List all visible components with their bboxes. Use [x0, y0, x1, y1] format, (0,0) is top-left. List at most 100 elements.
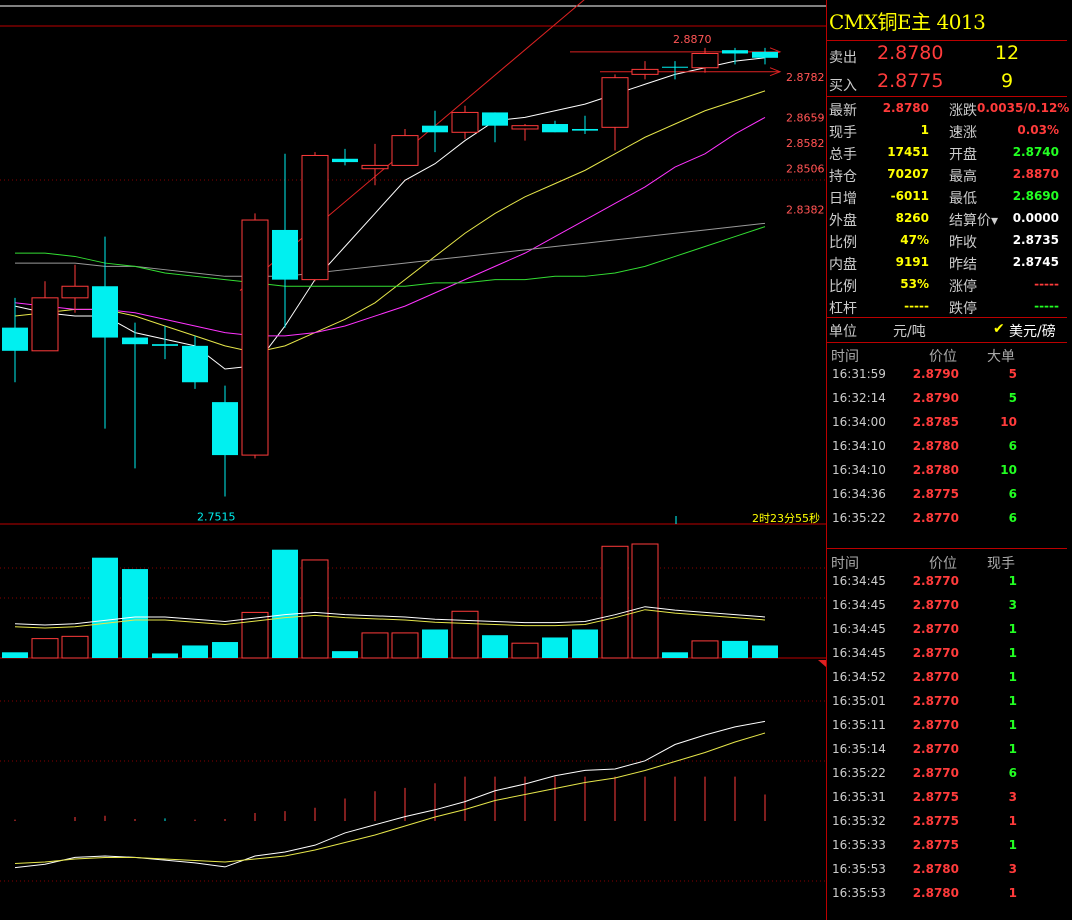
- price-level-label: 2.8782: [786, 71, 825, 84]
- candle-body: [482, 112, 508, 126]
- trade-qty: 1: [1008, 574, 1017, 588]
- field-value: 70207: [887, 167, 929, 181]
- quote-sidebar: CMX铜E主 4013 卖出 2.8780 12 买入 2.8775 9 最新 2…: [826, 0, 1072, 920]
- col-time: 时间: [831, 349, 859, 365]
- volume-bar: [361, 632, 389, 659]
- trade-price: 2.8785: [912, 415, 959, 429]
- ask-qty: 12: [994, 42, 1020, 64]
- trade-time: 16:35:32: [832, 814, 886, 828]
- candle-body: [451, 111, 479, 133]
- trade-row[interactable]: 16:34:45 2.8770 3: [827, 595, 1067, 619]
- trade-row[interactable]: 16:35:32 2.8775 1: [827, 811, 1067, 835]
- quote-row: 比例 53% 涨停 -----: [827, 274, 1067, 296]
- candle-body: [572, 128, 598, 131]
- trade-row[interactable]: 16:34:45 2.8770 1: [827, 643, 1067, 667]
- trade-time: 16:35:22: [832, 766, 886, 780]
- volume-panel: [2, 543, 778, 659]
- candle-body: [301, 154, 329, 281]
- trade-row[interactable]: 16:32:14 2.8790 5: [827, 388, 1067, 412]
- trade-row[interactable]: 16:34:00 2.8785 10: [827, 412, 1067, 436]
- trade-time: 16:35:31: [832, 790, 886, 804]
- trade-price: 2.8770: [912, 646, 959, 660]
- bid-row[interactable]: 买入 2.8775 9: [827, 69, 1067, 97]
- trade-qty: 1: [1008, 886, 1017, 900]
- trade-row[interactable]: 16:35:53 2.8780 1: [827, 883, 1067, 907]
- field-label: 内盘: [829, 257, 857, 273]
- kline-chart[interactable]: 2.8870 2.7515 2.8782 2.8659 2.8582 2.8506 2.83…: [0, 0, 826, 920]
- trade-row[interactable]: 16:35:01 2.8770 1: [827, 691, 1067, 715]
- field-label: 昨收: [949, 235, 977, 251]
- unit-row: 单位 元/吨 ✔ 美元/磅: [827, 318, 1067, 342]
- field-value: 2.8780: [882, 101, 929, 115]
- trade-row[interactable]: 16:35:11 2.8770 1: [827, 715, 1067, 739]
- candle-body: [212, 402, 238, 456]
- col-price: 价位: [929, 556, 957, 572]
- field-value: 9191: [895, 255, 929, 269]
- candle-body: [752, 51, 778, 58]
- trade-price: 2.8780: [912, 862, 959, 876]
- candle-body: [662, 66, 688, 68]
- ma-line-magenta: [14, 116, 766, 337]
- trade-time: 16:34:45: [832, 646, 886, 660]
- trade-row[interactable]: 16:35:53 2.8780 3: [827, 859, 1067, 883]
- ask-label: 卖出: [829, 50, 857, 66]
- trade-row[interactable]: 16:35:33 2.8775 1: [827, 835, 1067, 859]
- field-label: 最高: [949, 169, 977, 185]
- candle-body: [391, 135, 419, 166]
- candle-body: [722, 50, 748, 54]
- trade-time: 16:34:45: [832, 574, 886, 588]
- trade-price: 2.8775: [912, 487, 959, 501]
- field-label: 日增: [829, 191, 857, 207]
- candle-body: [422, 125, 448, 133]
- trade-time: 16:34:36: [832, 487, 886, 501]
- quote-row: 总手 17451 开盘 2.8740: [827, 142, 1067, 164]
- field-value: 8260: [895, 211, 929, 225]
- volume-bar: [752, 645, 778, 658]
- trade-qty: 6: [1008, 439, 1017, 453]
- trade-time: 16:34:52: [832, 670, 886, 684]
- price-level-label: 2.8382: [786, 203, 825, 216]
- col-qty: 现手: [987, 556, 1015, 572]
- contract-title: CMX铜E主 4013: [829, 10, 986, 34]
- trade-row[interactable]: 16:35:14 2.8770 1: [827, 739, 1067, 763]
- trade-row[interactable]: 16:34:45 2.8770 1: [827, 619, 1067, 643]
- unit-option-usd[interactable]: 美元/磅: [1009, 321, 1056, 341]
- trade-time: 16:35:53: [832, 862, 886, 876]
- trade-row[interactable]: 16:34:36 2.8775 6: [827, 484, 1067, 508]
- indicator-panel: [14, 720, 766, 869]
- candle-body: [691, 52, 719, 69]
- volume-bar: [601, 545, 629, 659]
- trade-row[interactable]: 16:35:31 2.8775 3: [827, 787, 1067, 811]
- trade-price: 2.8770: [912, 694, 959, 708]
- big-trades-header: 时间 价位 大单: [827, 346, 1067, 366]
- divider: [827, 342, 1067, 343]
- trade-price: 2.8780: [912, 439, 959, 453]
- field-value: -6011: [890, 189, 929, 203]
- quote-row: 持仓 70207 最高 2.8870: [827, 164, 1067, 186]
- trade-price: 2.8790: [912, 391, 959, 405]
- trade-qty: 1: [1008, 742, 1017, 756]
- trade-row[interactable]: 16:35:22 2.8770 6: [827, 508, 1067, 532]
- trade-qty: 5: [1008, 367, 1017, 381]
- ask-row[interactable]: 卖出 2.8780 12: [827, 41, 1067, 69]
- trade-time: 16:31:59: [832, 367, 886, 381]
- field-label: 比例: [829, 235, 857, 251]
- trade-row[interactable]: 16:34:10 2.8780 10: [827, 460, 1067, 484]
- field-value: 2.8740: [1012, 145, 1059, 159]
- quote-row: 内盘 9191 昨结 2.8745: [827, 252, 1067, 274]
- field-value: 1: [920, 123, 929, 137]
- trade-qty: 3: [1008, 598, 1017, 612]
- volume-bar: [511, 642, 539, 659]
- trade-row[interactable]: 16:34:52 2.8770 1: [827, 667, 1067, 691]
- field-value: 53%: [900, 277, 929, 291]
- trade-time: 16:35:14: [832, 742, 886, 756]
- ma-line-white: [14, 57, 766, 370]
- candle-body: [152, 344, 178, 346]
- indicator-line-white: [14, 720, 766, 869]
- volume-bar: [691, 640, 719, 659]
- unit-option-yuan[interactable]: 元/吨: [893, 321, 926, 341]
- trade-row[interactable]: 16:34:45 2.8770 1: [827, 571, 1067, 595]
- trade-row[interactable]: 16:35:22 2.8770 6: [827, 763, 1067, 787]
- trade-row[interactable]: 16:31:59 2.8790 5: [827, 364, 1067, 388]
- trade-row[interactable]: 16:34:10 2.8780 6: [827, 436, 1067, 460]
